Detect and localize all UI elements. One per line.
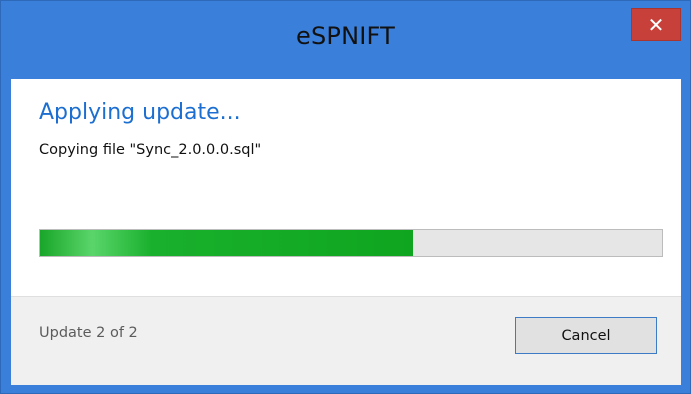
- title-bar[interactable]: eSPNIFT ✕: [1, 1, 690, 79]
- update-dialog-window: eSPNIFT ✕ Applying update... Copying fil…: [0, 0, 691, 394]
- main-panel: Applying update... Copying file "Sync_2.…: [11, 79, 681, 297]
- cancel-button[interactable]: Cancel: [515, 317, 657, 354]
- window-title: eSPNIFT: [296, 22, 395, 50]
- status-heading: Applying update...: [39, 100, 241, 125]
- close-icon: ✕: [647, 12, 665, 37]
- close-button[interactable]: ✕: [631, 8, 681, 41]
- progress-bar: [39, 229, 663, 257]
- update-count-label: Update 2 of 2: [39, 325, 138, 341]
- status-message: Copying file "Sync_2.0.0.0.sql": [39, 142, 262, 158]
- dialog-content: Applying update... Copying file "Sync_2.…: [11, 79, 681, 385]
- progress-bar-fill: [40, 230, 414, 256]
